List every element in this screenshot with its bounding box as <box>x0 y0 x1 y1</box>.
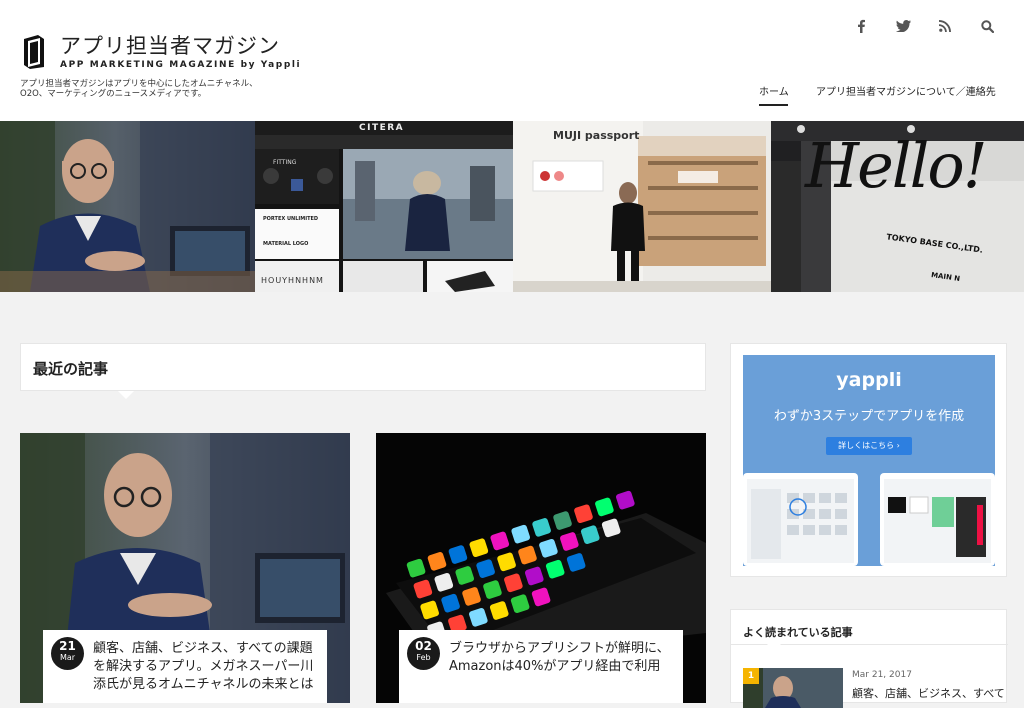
site-description: アプリ担当者マガジンはアプリを中心にしたオムニチャネル、O2O、マーケティングの… <box>20 79 258 99</box>
date-month: Feb <box>416 653 431 662</box>
ad-screenshots <box>743 473 995 566</box>
citera-brand: CITERA <box>359 123 405 133</box>
rank-badge: 1 <box>743 668 759 684</box>
yappli-ad: yappli わずか3ステップでアプリを作成 詳しくはこちら › <box>730 343 1007 577</box>
citera-material: MATERIAL LOGO <box>263 241 309 247</box>
hero-tile-citera[interactable]: CITERA FITTING PORTEX UNLIMITED MATERIAL… <box>255 121 513 292</box>
recent-articles-title: 最近の記事 <box>33 360 109 378</box>
date-badge: 02 Feb <box>407 637 440 670</box>
article-caption: 21 Mar 顧客、店舗、ビジネス、すべての課題を解決するアプリ。メガネスーパー… <box>43 630 327 703</box>
citera-portex: PORTEX UNLIMITED <box>263 216 319 222</box>
popular-posts: よく読まれている記事 1 Mar 21, 2017 顧客、店舗、ビジネス、すべて <box>730 609 1008 708</box>
popular-notch <box>767 644 781 651</box>
site-header: アプリ担当者マガジン APP MARKETING MAGAZINE by Yap… <box>0 0 1024 121</box>
hero-tile-hello[interactable]: Hello! TOKYO BASE CO.,LTD. MAIN N <box>771 121 1024 292</box>
article-card[interactable]: 02 Feb ブラウザからアプリシフトが鮮明に、Amazonは40%がアプリ経由… <box>376 433 706 703</box>
ad-details-button[interactable]: 詳しくはこちら › <box>826 437 912 455</box>
nav-about[interactable]: アプリ担当者マガジンについて／連絡先 <box>816 83 996 98</box>
nav-home[interactable]: ホーム <box>759 83 789 98</box>
date-month: Mar <box>59 653 76 662</box>
hello-text: Hello! <box>805 129 988 202</box>
hero-tile-muji[interactable]: MUJI passport <box>513 121 771 292</box>
recent-articles-header: 最近の記事 <box>20 343 706 399</box>
article-card[interactable]: 21 Mar 顧客、店舗、ビジネス、すべての課題を解決するアプリ。メガネスーパー… <box>20 433 350 703</box>
search-icon[interactable] <box>977 16 997 36</box>
site-subtitle: APP MARKETING MAGAZINE by Yappli <box>60 60 302 70</box>
date-badge: 21 Mar <box>51 637 84 670</box>
twitter-icon[interactable] <box>893 16 913 36</box>
muji-brand: MUJI passport <box>553 129 640 142</box>
article-caption: 02 Feb ブラウザからアプリシフトが鮮明に、Amazonは40%がアプリ経由… <box>399 630 683 703</box>
date-day: 02 <box>415 639 432 653</box>
citera-fitting: FITTING <box>273 159 297 166</box>
popular-article-title[interactable]: 顧客、店舗、ビジネス、すべて <box>852 685 1005 701</box>
book-logo-icon[interactable] <box>20 33 48 69</box>
muji-photo <box>513 121 771 292</box>
site-title[interactable]: アプリ担当者マガジン <box>60 30 280 60</box>
article-title[interactable]: 顧客、店舗、ビジネス、すべての課題を解決するアプリ。メガネスーパー川添氏が見るオ… <box>93 640 321 694</box>
facebook-icon[interactable] <box>851 16 871 36</box>
hero-strip: CITERA FITTING PORTEX UNLIMITED MATERIAL… <box>0 121 1024 292</box>
popular-posts-title: よく読まれている記事 <box>743 626 853 639</box>
article-title[interactable]: ブラウザからアプリシフトが鮮明に、Amazonは40%がアプリ経由で利用 <box>449 640 677 676</box>
date-day: 21 <box>59 639 76 653</box>
recent-header-notch <box>118 391 134 399</box>
citera-houy: HOUYHNHNM <box>261 276 324 285</box>
yappli-logo: yappli <box>836 369 902 391</box>
interview-photo <box>0 121 255 292</box>
rss-icon[interactable] <box>935 16 955 36</box>
hero-tile-interview[interactable] <box>0 121 255 292</box>
main-content: 最近の記事 21 Mar 顧客、店舗、ビジネス、すべての課題を解決するアプリ。メ… <box>0 292 1024 708</box>
citera-photo <box>255 121 513 292</box>
popular-thumbnail[interactable]: 1 <box>743 668 843 708</box>
ad-copy: わずか3ステップでアプリを作成 <box>773 409 965 424</box>
nav-active-indicator <box>759 104 788 106</box>
yappli-ad-banner[interactable]: yappli わずか3ステップでアプリを作成 詳しくはこちら › <box>743 355 995 566</box>
popular-date: Mar 21, 2017 <box>852 670 912 680</box>
